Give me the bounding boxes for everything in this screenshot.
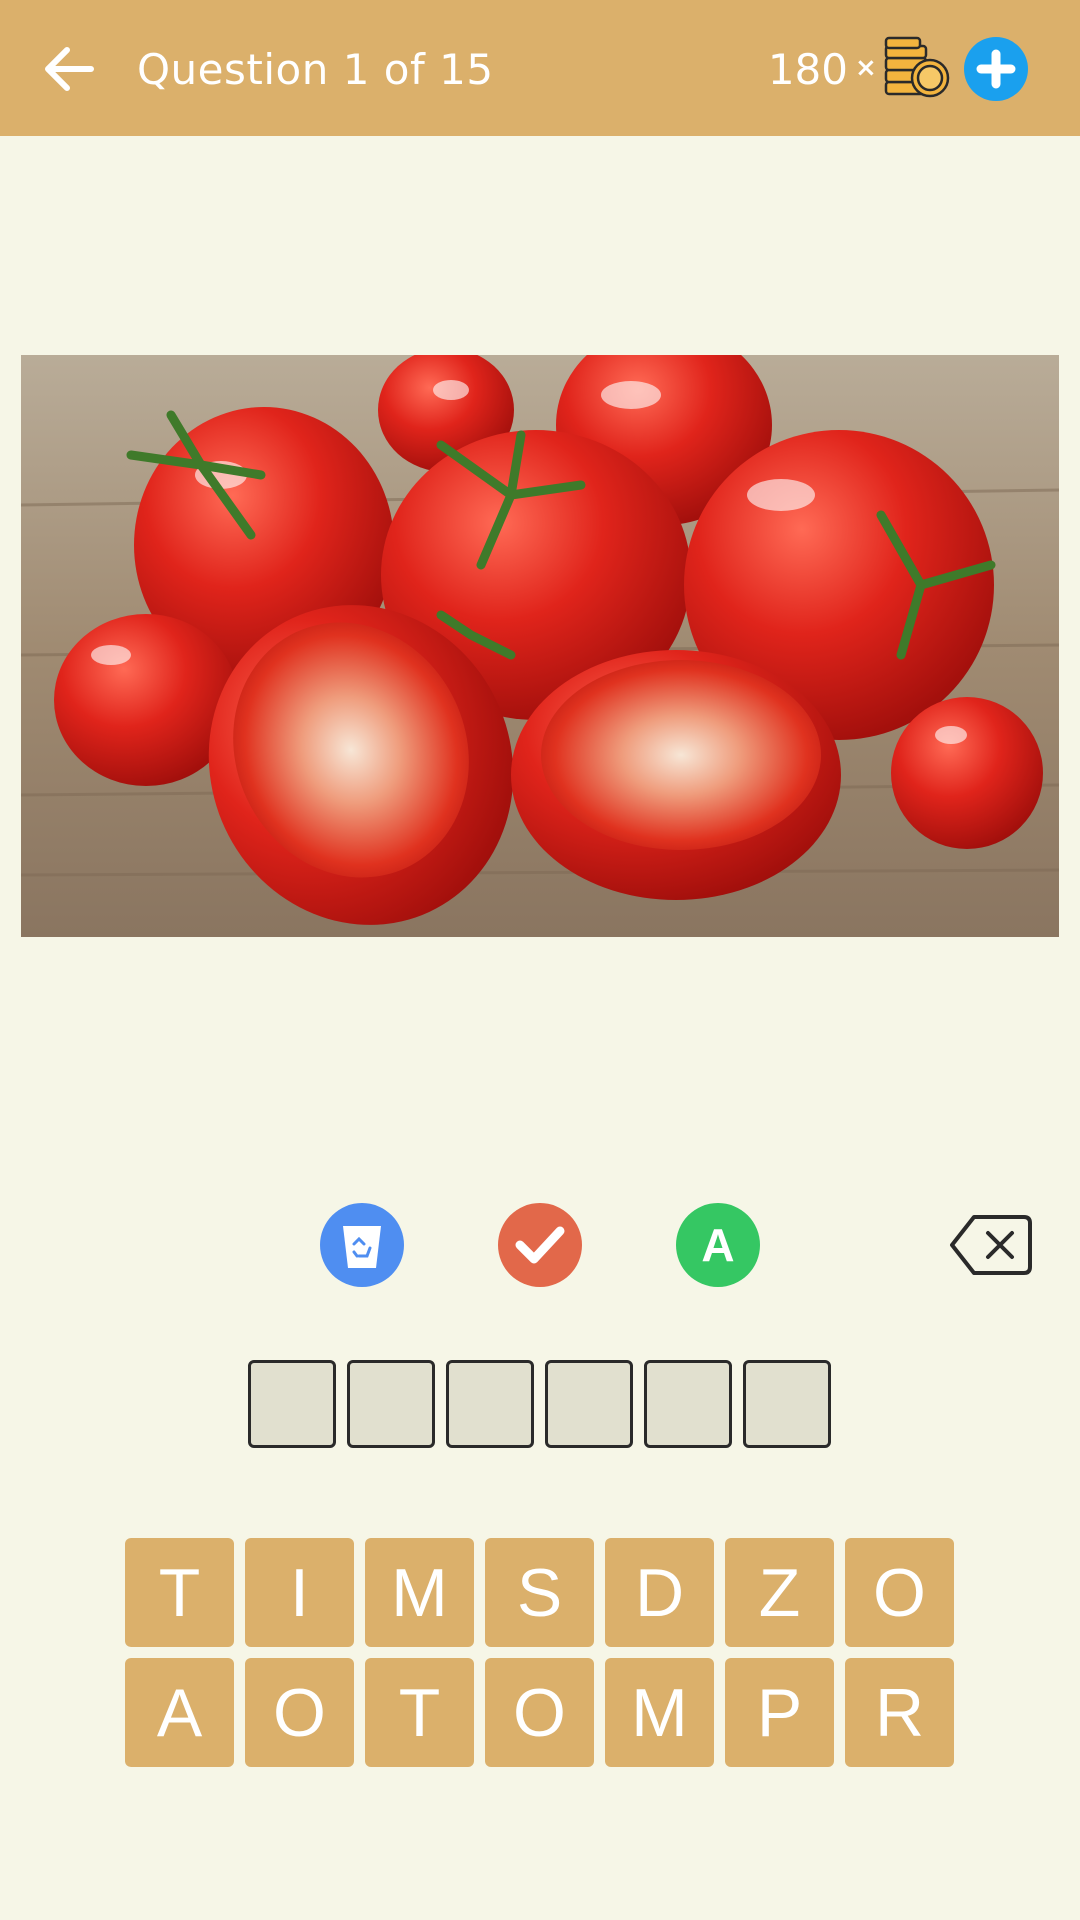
answer-slot[interactable] — [743, 1360, 831, 1448]
answer-slot[interactable] — [446, 1360, 534, 1448]
question-image — [21, 355, 1059, 937]
letter-key[interactable]: O — [845, 1538, 954, 1647]
answer-slot[interactable] — [545, 1360, 633, 1448]
letter-key[interactable]: Z — [725, 1538, 834, 1647]
answer-slots — [248, 1360, 831, 1448]
letter-key[interactable]: M — [605, 1658, 714, 1767]
backspace-icon — [950, 1215, 1032, 1275]
plus-icon — [976, 49, 1016, 89]
page-title: Question 1 of 15 — [137, 45, 494, 94]
top-bar: Question 1 of 15 180 × — [0, 0, 1080, 136]
backspace-button[interactable] — [948, 1213, 1034, 1277]
letter-reveal-icon: A — [701, 1219, 735, 1271]
letter-key[interactable]: O — [245, 1658, 354, 1767]
letter-key[interactable]: O — [485, 1658, 594, 1767]
letter-key[interactable]: I — [245, 1538, 354, 1647]
letter-keyboard: T I M S D Z O A O T O M P R — [125, 1538, 955, 1778]
back-arrow-icon — [45, 47, 94, 91]
letter-key[interactable]: T — [365, 1658, 474, 1767]
letter-key[interactable]: S — [485, 1538, 594, 1647]
letter-key[interactable]: A — [125, 1658, 234, 1767]
letter-key[interactable]: T — [125, 1538, 234, 1647]
times-sign: × — [855, 53, 877, 83]
letter-key[interactable]: P — [725, 1658, 834, 1767]
letter-key[interactable]: M — [365, 1538, 474, 1647]
keyboard-row: A O T O M P R — [125, 1658, 955, 1767]
reveal-letter-button[interactable]: A — [676, 1203, 760, 1287]
answer-slot[interactable] — [248, 1360, 336, 1448]
letter-key[interactable]: D — [605, 1538, 714, 1647]
remove-letters-button[interactable] — [320, 1203, 404, 1287]
answer-slot[interactable] — [644, 1360, 732, 1448]
back-button[interactable] — [34, 34, 104, 104]
checkmark-icon — [515, 1226, 565, 1264]
letter-key[interactable]: R — [845, 1658, 954, 1767]
coin-stack-icon — [884, 36, 950, 98]
check-answer-button[interactable] — [498, 1203, 582, 1287]
coins-count: 180 — [767, 45, 848, 94]
answer-slot[interactable] — [347, 1360, 435, 1448]
tomatoes-photo — [21, 355, 1059, 937]
add-coins-button[interactable] — [964, 37, 1028, 101]
recycle-bin-icon — [343, 1226, 381, 1268]
keyboard-row: T I M S D Z O — [125, 1538, 955, 1647]
